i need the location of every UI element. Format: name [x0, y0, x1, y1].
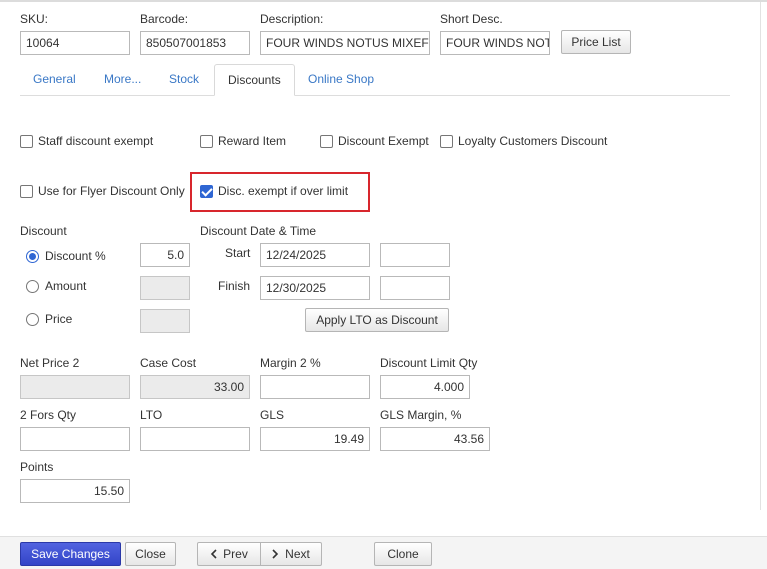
- price-field: [140, 309, 190, 333]
- clone-button[interactable]: Clone: [374, 542, 432, 566]
- discount-exempt-checkbox[interactable]: Discount Exempt: [320, 134, 429, 148]
- discount-percent-label: Discount %: [45, 249, 106, 263]
- checkbox-box[interactable]: [320, 134, 333, 148]
- staff-discount-exempt-checkbox[interactable]: Staff discount exempt: [20, 134, 153, 148]
- prev-label: Prev: [223, 547, 248, 561]
- price-list-button[interactable]: Price List: [561, 30, 631, 54]
- loyalty-customers-discount-checkbox[interactable]: Loyalty Customers Discount: [440, 134, 607, 148]
- close-button[interactable]: Close: [125, 542, 176, 566]
- short-desc-label: Short Desc.: [440, 12, 503, 26]
- apply-lto-as-discount-button[interactable]: Apply LTO as Discount: [305, 308, 449, 332]
- lto-label: LTO: [140, 408, 163, 422]
- two-fors-qty-field[interactable]: [20, 427, 130, 451]
- two-fors-qty-label: 2 Fors Qty: [20, 408, 77, 422]
- start-time-field[interactable]: [380, 243, 450, 267]
- tab-more[interactable]: More...: [91, 64, 154, 96]
- discount-section-label: Discount: [20, 224, 67, 238]
- reward-item-checkbox[interactable]: Reward Item: [200, 134, 286, 148]
- tab-general[interactable]: General: [20, 64, 89, 96]
- highlight-box: [190, 172, 370, 212]
- gls-margin-label: GLS Margin, %: [380, 408, 462, 422]
- points-label: Points: [20, 460, 54, 474]
- description-label: Description:: [260, 12, 324, 26]
- next-button[interactable]: Next: [260, 542, 322, 566]
- loyalty-customers-discount-label: Loyalty Customers Discount: [458, 134, 608, 148]
- short-desc-field[interactable]: FOUR WINDS NOT: [440, 31, 550, 55]
- gls-margin-field[interactable]: 43.56: [380, 427, 490, 451]
- price-label: Price: [45, 312, 73, 326]
- discount-percent-radio[interactable]: Discount %: [26, 249, 106, 263]
- top-border: [0, 0, 767, 2]
- discount-date-section-label: Discount Date & Time: [200, 224, 317, 238]
- points-field[interactable]: 15.50: [20, 479, 130, 503]
- start-label: Start: [225, 246, 251, 260]
- amount-radio[interactable]: Amount: [26, 279, 86, 293]
- right-scroll-edge: [760, 2, 761, 510]
- case-cost-label: Case Cost: [140, 356, 197, 370]
- tab-online-shop[interactable]: Online Shop: [295, 64, 387, 96]
- sku-field[interactable]: 10064: [20, 31, 130, 55]
- discount-percent-field[interactable]: 5.0: [140, 243, 190, 267]
- reward-item-label: Reward Item: [218, 134, 287, 148]
- gls-field[interactable]: 19.49: [260, 427, 370, 451]
- save-changes-button[interactable]: Save Changes: [20, 542, 121, 566]
- checkbox-box[interactable]: [20, 184, 33, 198]
- lto-field[interactable]: [140, 427, 250, 451]
- amount-label: Amount: [45, 279, 87, 293]
- finish-label: Finish: [218, 279, 251, 293]
- discount-limit-qty-field[interactable]: 4.000: [380, 375, 470, 399]
- description-field[interactable]: FOUR WINDS NOTUS MIXEF: [260, 31, 430, 55]
- sku-label: SKU:: [20, 12, 49, 26]
- staff-discount-exempt-label: Staff discount exempt: [38, 134, 154, 148]
- case-cost-field: 33.00: [140, 375, 250, 399]
- start-date-field[interactable]: 12/24/2025: [260, 243, 370, 267]
- checkbox-box[interactable]: [200, 134, 213, 148]
- use-for-flyer-discount-only-checkbox[interactable]: Use for Flyer Discount Only: [20, 184, 185, 198]
- finish-time-field[interactable]: [380, 276, 450, 300]
- discount-exempt-label: Discount Exempt: [338, 134, 429, 148]
- chevron-left-icon: [210, 549, 217, 559]
- chevron-right-icon: [272, 549, 279, 559]
- finish-date-field[interactable]: 12/30/2025: [260, 276, 370, 300]
- tab-stock[interactable]: Stock: [156, 64, 212, 96]
- margin-2-label: Margin 2 %: [260, 356, 321, 370]
- discount-limit-qty-label: Discount Limit Qty: [380, 356, 478, 370]
- net-price-2-label: Net Price 2: [20, 356, 80, 370]
- checkbox-box[interactable]: [20, 134, 33, 148]
- prev-button[interactable]: Prev: [197, 542, 261, 566]
- radio-button[interactable]: [26, 312, 39, 326]
- use-for-flyer-discount-only-label: Use for Flyer Discount Only: [38, 184, 185, 198]
- tab-discounts[interactable]: Discounts: [214, 64, 295, 96]
- price-radio[interactable]: Price: [26, 312, 72, 326]
- radio-button-selected[interactable]: [26, 249, 39, 263]
- radio-button[interactable]: [26, 279, 39, 293]
- margin-2-field[interactable]: [260, 375, 370, 399]
- checkbox-box[interactable]: [440, 134, 453, 148]
- net-price-2-field: [20, 375, 130, 399]
- next-label: Next: [285, 547, 310, 561]
- amount-field: [140, 276, 190, 300]
- gls-label: GLS: [260, 408, 285, 422]
- barcode-label: Barcode:: [140, 12, 189, 26]
- barcode-field[interactable]: 850507001853: [140, 31, 250, 55]
